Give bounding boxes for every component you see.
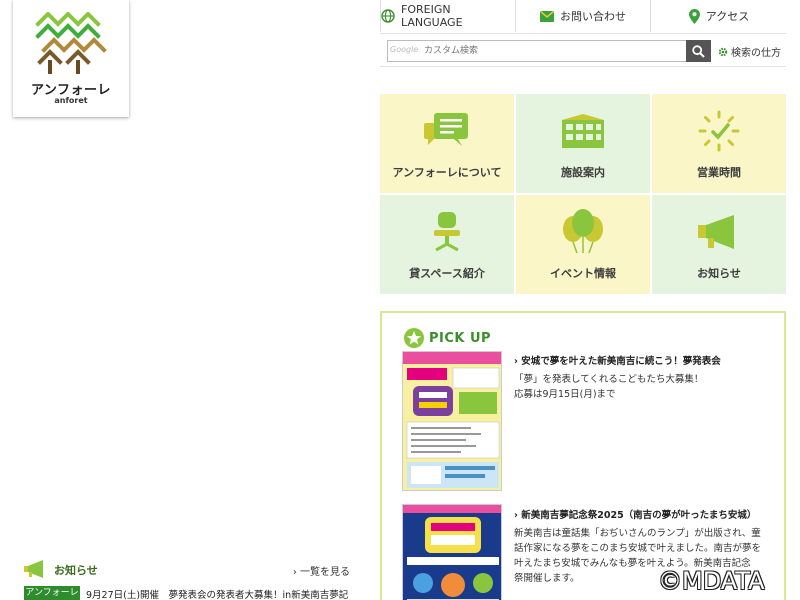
logo-name-en: anforet [54, 96, 88, 105]
tile-facility[interactable]: 施設案内 [516, 94, 650, 193]
globe-icon [381, 9, 395, 23]
balloons-icon [559, 207, 607, 257]
top-links: FOREIGN LANGUAGE お問い合わせ アクセス [380, 0, 786, 32]
site-logo[interactable]: アンフォーレ anforet [13, 0, 129, 117]
map-pin-icon [688, 8, 700, 24]
search-bar: Google 検索の仕方 [380, 33, 786, 67]
speech-bubble-icon [424, 106, 470, 156]
star-icon [404, 328, 424, 348]
foreign-language-label: FOREIGN LANGUAGE [401, 3, 463, 29]
search-help-label: 検索の仕方 [731, 48, 781, 59]
search-input[interactable] [387, 40, 687, 62]
megaphone-icon [698, 207, 740, 257]
search-icon [692, 44, 705, 58]
search-help-link[interactable]: 検索の仕方 [718, 44, 781, 59]
clock-icon [697, 106, 741, 156]
tile-events-label: イベント情報 [550, 267, 616, 280]
watermark: ©MDATA [658, 567, 765, 595]
building-icon [560, 106, 606, 156]
pickup-thumbnail-2[interactable] [402, 504, 502, 600]
tile-rental-space-label: 貸スペース紹介 [409, 267, 485, 280]
tree-logo-icon [35, 12, 107, 74]
pickup-item-2-title[interactable]: › 新美南吉夢記念祭2025（南吉の夢が叶ったまち安城） [514, 507, 756, 521]
contact-link[interactable]: お問い合わせ [516, 0, 651, 32]
pickup-title: PICK UP [429, 330, 492, 346]
tile-news[interactable]: お知らせ [652, 195, 786, 294]
tile-hours-label: 営業時間 [697, 166, 741, 179]
tile-events[interactable]: イベント情報 [516, 195, 650, 294]
poster-image [403, 352, 501, 490]
chair-icon [430, 207, 464, 257]
megaphone-icon [24, 560, 43, 578]
tile-rental-space[interactable]: 貸スペース紹介 [380, 195, 514, 294]
menu-tiles: アンフォーレについて 施設案内 営業時間 貸スペース紹介 イベント情報 お知らせ [380, 94, 786, 294]
news-badge: アンフォーレ [24, 586, 80, 600]
access-link[interactable]: アクセス [651, 0, 787, 32]
poster-image [403, 505, 501, 600]
search-button[interactable] [686, 40, 711, 62]
pickup-heading: PICK UP [403, 327, 491, 349]
gear-icon [718, 47, 728, 56]
news-title: お知らせ [54, 564, 98, 577]
news-text: 9月27日(土)開催 夢発表会の発表者大募集！in新美南吉夢記 [86, 590, 349, 600]
tile-about[interactable]: アンフォーレについて [380, 94, 514, 193]
tile-hours[interactable]: 営業時間 [652, 94, 786, 193]
news-item[interactable]: アンフォーレ 9月27日(土)開催 夢発表会の発表者大募集！in新美南吉夢記 [24, 586, 354, 600]
pickup-thumbnail-1[interactable] [402, 351, 502, 491]
tile-facility-label: 施設案内 [561, 166, 605, 179]
pickup-item-1-body: 「夢」を発表してくれるこどもたち大募集！ 応募は9月15日(月)まで [514, 374, 704, 400]
foreign-language-link[interactable]: FOREIGN LANGUAGE [381, 0, 516, 32]
pickup-item-1-title[interactable]: › 安城で夢を叶えた新美南吉に続こう！夢発表会 [514, 353, 721, 367]
mail-icon [540, 10, 554, 22]
news-header: お知らせ › 一覧を見る [24, 560, 350, 580]
access-label: アクセス [705, 10, 750, 23]
pickup-section: PICK UP › 安城で夢を叶えた新美南吉に続こう！夢発表会 「夢」を発表して… [380, 311, 786, 600]
news-more-link[interactable]: › 一覧を見る [293, 563, 350, 578]
tile-about-label: アンフォーレについて [392, 166, 502, 179]
contact-label: お問い合わせ [560, 10, 626, 23]
tile-news-label: お知らせ [697, 267, 741, 280]
